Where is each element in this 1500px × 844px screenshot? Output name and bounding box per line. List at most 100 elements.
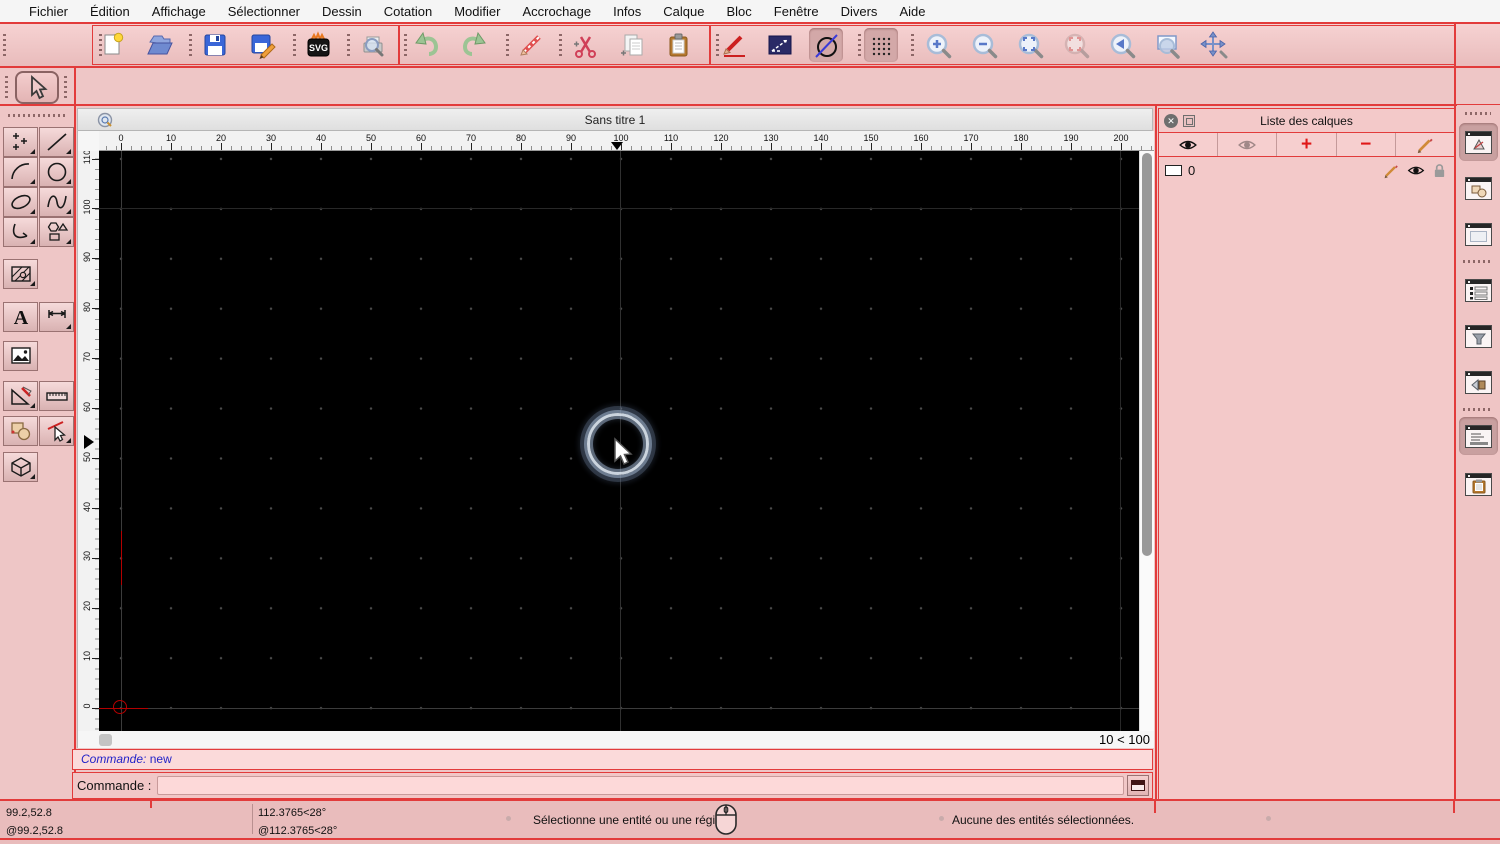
layer-row[interactable]: 0 [1159,159,1454,182]
layer-edit-pencil-icon[interactable] [1383,163,1399,179]
pan-zoom-button[interactable] [1197,28,1231,62]
dock-handle[interactable] [1465,112,1491,115]
cut-button[interactable] [568,28,602,62]
toolbar-handle[interactable] [293,34,296,58]
menu-item-cotation[interactable]: Cotation [373,4,443,19]
dock-widget-column [1457,105,1500,800]
layer-lock-icon[interactable] [1433,163,1446,178]
save-button[interactable] [198,28,232,62]
v-ruler-tick [92,358,99,360]
hide-all-layers-button[interactable] [1218,133,1278,156]
add-layer-button[interactable]: + [1277,133,1337,156]
clipboard-dock-button[interactable] [1459,465,1498,503]
command-input[interactable] [157,776,1124,795]
command-dock-button[interactable] [1127,775,1149,796]
command-widget-dock-button[interactable] [1459,417,1498,455]
save-as-button[interactable] [245,28,279,62]
measure-tool[interactable] [39,381,74,411]
menu-item-calque[interactable]: Calque [652,4,715,19]
menu-item-aide[interactable]: Aide [888,4,936,19]
text-tool[interactable]: A [3,302,38,332]
relative-polar-coordinates: @112.3765<28° [258,825,338,837]
window-zoom-button[interactable] [1151,28,1185,62]
drawing-canvas[interactable] [99,151,1139,731]
arc-tool[interactable] [3,157,38,187]
h-ruler-label: 190 [1063,133,1079,143]
vertical-scrollbar-thumb[interactable] [1142,153,1152,556]
toolbar-handle[interactable] [3,34,6,58]
hatch-tool[interactable] [3,259,38,289]
modify-tool[interactable] [3,381,38,411]
attributes-button[interactable] [717,28,751,62]
menu-item-selectionner[interactable]: Sélectionner [217,4,311,19]
select-entity-tool[interactable] [39,416,74,446]
block-insert-dock-button[interactable] [1459,363,1498,401]
show-all-layers-button[interactable] [1159,133,1219,156]
points-tool[interactable] [3,127,38,157]
solid-3d-tool[interactable] [3,452,38,482]
toolbar-handle[interactable] [559,34,562,58]
menu-item-infos[interactable]: Infos [602,4,652,19]
entity-attributes-toggle[interactable] [809,28,843,62]
layer-list-dock-button[interactable] [1459,123,1498,161]
toolbar-handle[interactable] [347,34,350,58]
open-file-button[interactable] [143,28,177,62]
toolbar-handle[interactable] [911,34,914,58]
library-browser-dock-button[interactable] [1459,215,1498,253]
menu-item-dessin[interactable]: Dessin [311,4,373,19]
copy-button[interactable] [615,28,649,62]
redo-button[interactable] [457,28,491,62]
entity-list-dock-button[interactable] [1459,271,1498,309]
shapes-tool[interactable] [39,217,74,247]
edit-layer-button[interactable] [1396,133,1454,156]
layer-color-swatch[interactable] [1165,165,1182,176]
palette-handle[interactable] [8,114,66,117]
undo-button[interactable] [410,28,444,62]
menu-item-bloc[interactable]: Bloc [715,4,762,19]
menu-item-modifier[interactable]: Modifier [443,4,511,19]
block-list-dock-button[interactable] [1459,169,1498,207]
dimension-tool[interactable] [39,302,74,332]
selection-tool-button[interactable] [15,71,59,104]
zoom-redraw-button[interactable] [1105,28,1139,62]
revert-action-button[interactable] [514,28,548,62]
zoom-out-button[interactable] [967,28,1001,62]
polyline-tool[interactable] [3,217,38,247]
zoom-previous-button[interactable] [1059,28,1093,62]
layer-visibility-eye-icon[interactable] [1407,164,1425,177]
vertical-scrollbar[interactable] [1139,151,1154,731]
toolbar-handle[interactable] [5,76,8,100]
menu-item-accrochage[interactable]: Accrochage [511,4,602,19]
export-svg-button[interactable]: SVG [301,28,335,62]
circle-tool[interactable] [39,157,74,187]
remove-layer-button[interactable]: − [1337,133,1396,156]
grid-toggle[interactable] [864,28,898,62]
drawing-window-titlebar[interactable]: Sans titre 1 [78,109,1152,131]
order-tool[interactable] [3,416,38,446]
auto-zoom-button[interactable] [1013,28,1047,62]
filter-dock-button[interactable] [1459,317,1498,355]
menu-item-fichier[interactable]: Fichier [18,4,79,19]
new-document-button[interactable] [96,28,130,62]
menu-item-divers[interactable]: Divers [830,4,889,19]
layer-panel-title: Liste des calques [1260,113,1353,128]
toolbar-handle[interactable] [404,34,407,58]
print-preview-button[interactable] [356,28,390,62]
menu-bar: Fichier Édition Affichage Sélectionner Dessi… [0,0,1500,22]
menu-item-affichage[interactable]: Affichage [141,4,217,19]
paste-button[interactable] [661,28,695,62]
toolbar-handle[interactable] [64,76,67,100]
toolbar-handle[interactable] [858,34,861,58]
menu-item-edition[interactable]: Édition [79,4,141,19]
ellipse-tool[interactable] [3,187,38,217]
zoom-in-button[interactable] [921,28,955,62]
spline-tool[interactable] [39,187,74,217]
image-tool[interactable] [3,341,38,371]
horizontal-scrollbar-thumb[interactable] [99,734,112,746]
menu-item-fenetre[interactable]: Fenêtre [763,4,830,19]
toolbar-handle[interactable] [189,34,192,58]
toolbar-handle[interactable] [506,34,509,58]
line-tool[interactable] [39,127,74,157]
float-panel-icon[interactable] [1183,114,1195,127]
properties-button[interactable] [763,28,797,62]
